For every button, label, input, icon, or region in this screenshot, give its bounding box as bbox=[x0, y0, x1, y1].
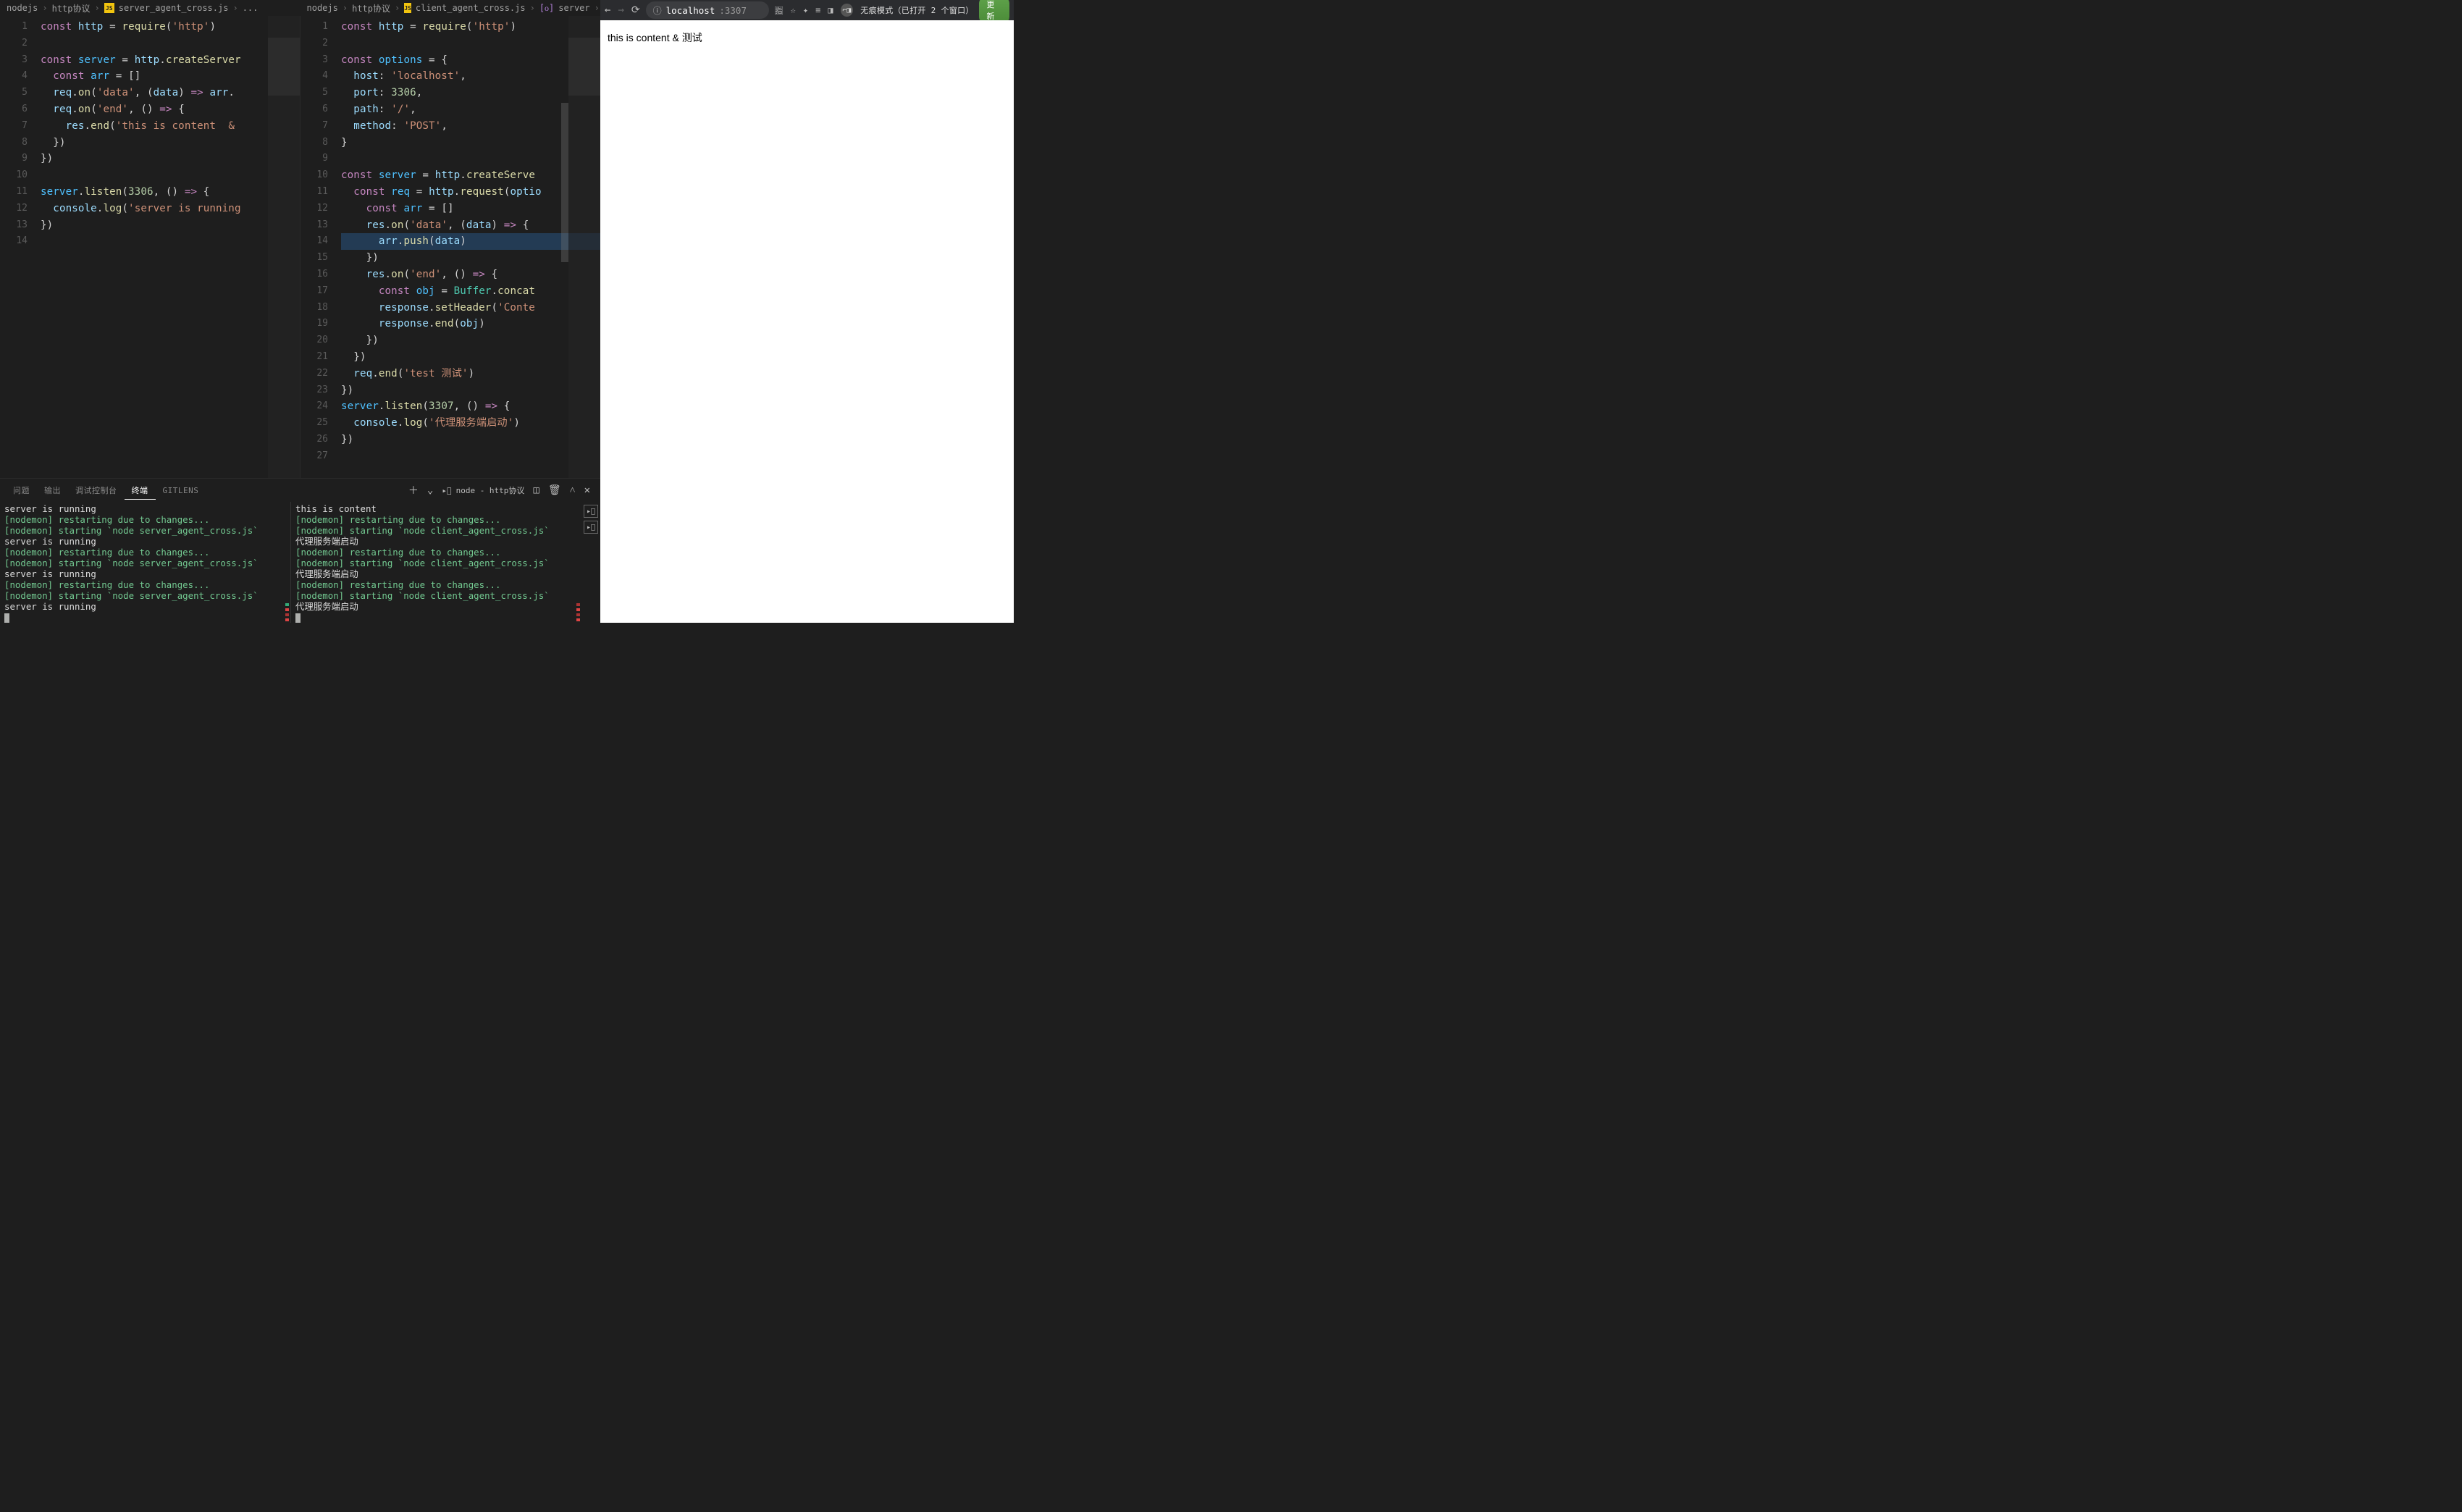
browser-toolbar: ← → ⟳ ⓘ localhost :3307 🈯︎ ☆ ✦ ≡ ◨ ⌐◨ 无痕模… bbox=[600, 0, 1014, 20]
chevron-right-icon: › bbox=[595, 3, 600, 13]
minimap[interactable] bbox=[268, 16, 300, 478]
bc-item[interactable]: client_agent_cross.js bbox=[416, 3, 526, 13]
bc-item[interactable]: nodejs bbox=[307, 3, 338, 13]
new-terminal-icon[interactable]: ＋ bbox=[408, 483, 419, 497]
terminal-entry-icon[interactable]: ▸⃞ bbox=[584, 521, 598, 534]
chevron-right-icon: › bbox=[395, 3, 400, 13]
tab-output[interactable]: 输出 bbox=[37, 482, 68, 499]
trash-icon[interactable]: 🗑 bbox=[548, 484, 561, 496]
terminal-icon: ▸⃞ bbox=[442, 486, 451, 495]
terminal-cursor bbox=[4, 613, 9, 623]
tab-terminal[interactable]: 终端 bbox=[125, 482, 156, 500]
scroll-decor bbox=[285, 503, 289, 621]
chevron-right-icon: › bbox=[95, 3, 100, 13]
minimap-viewport[interactable] bbox=[568, 38, 600, 96]
chevron-right-icon: › bbox=[343, 3, 348, 13]
address-bar[interactable]: ⓘ localhost :3307 bbox=[646, 1, 769, 19]
terminal-entry-icon[interactable]: ▸⃞ bbox=[584, 505, 598, 518]
tab-debug-console[interactable]: 调试控制台 bbox=[68, 482, 125, 499]
code-line[interactable]: }) bbox=[41, 151, 300, 167]
bc-item[interactable]: server_agent_cross.js bbox=[119, 3, 229, 13]
code-line[interactable]: req.on('end', () => { bbox=[41, 101, 300, 118]
symbol-variable-icon: [ᴏ] bbox=[539, 3, 554, 14]
breadcrumb-right[interactable]: nodejs › http协议 › JS client_agent_cross.… bbox=[301, 0, 601, 16]
close-icon[interactable]: ✕ bbox=[584, 484, 590, 496]
terminal-dropdown[interactable]: ▸⃞ node - http协议 bbox=[442, 484, 524, 496]
scrollbar[interactable] bbox=[561, 16, 568, 478]
side-panel-icon[interactable]: ◨ bbox=[828, 5, 833, 15]
bc-item[interactable]: nodejs bbox=[7, 3, 38, 13]
code-line[interactable]: }) bbox=[41, 217, 300, 234]
code-line[interactable]: const http = require('http') bbox=[41, 19, 300, 35]
page-body: this is content & 测试 bbox=[600, 20, 1014, 623]
tab-gitlens[interactable]: GITLENS bbox=[156, 483, 206, 498]
minimap-viewport[interactable] bbox=[268, 38, 300, 96]
code-line[interactable] bbox=[41, 167, 300, 184]
url-host: localhost bbox=[666, 5, 715, 16]
bc-item[interactable]: http协议 bbox=[352, 2, 390, 14]
panel-tabs: 问题 输出 调试控制台 终端 GITLENS ＋ ⌄ ▸⃞ node - htt… bbox=[0, 479, 600, 502]
terminal-left[interactable]: server is running[nodemon] restarting du… bbox=[0, 502, 290, 623]
minimap[interactable] bbox=[568, 16, 600, 478]
bc-item[interactable]: ... bbox=[243, 3, 259, 13]
chevron-right-icon: › bbox=[530, 3, 535, 13]
extensions-icon[interactable]: ✦ bbox=[803, 5, 808, 15]
code-line[interactable]: server.listen(3306, () => { bbox=[41, 184, 300, 201]
code-line[interactable]: const server = http.createServer bbox=[41, 52, 300, 69]
bookmark-icon[interactable]: ☆ bbox=[791, 5, 796, 15]
code-line[interactable]: const arr = [] bbox=[41, 68, 300, 85]
reading-list-icon[interactable]: ≡ bbox=[815, 5, 820, 15]
terminal-right[interactable]: this is content[nodemon] restarting due … bbox=[291, 502, 581, 623]
scroll-decor bbox=[576, 503, 580, 621]
bc-item[interactable]: server bbox=[558, 3, 589, 13]
code-line[interactable] bbox=[41, 233, 300, 250]
dropdown-icon[interactable]: ⌄ bbox=[427, 484, 433, 496]
incognito-text: 无痕模式（已打开 2 个窗口） bbox=[860, 4, 972, 16]
chevron-right-icon: › bbox=[232, 3, 238, 13]
bottom-panel: 问题 输出 调试控制台 终端 GITLENS ＋ ⌄ ▸⃞ node - htt… bbox=[0, 478, 600, 623]
scroll-thumb[interactable] bbox=[561, 103, 568, 262]
breadcrumb-left[interactable]: nodejs › http协议 › JS server_agent_cross.… bbox=[0, 0, 301, 16]
line-gutter: 1234567891011121314151617181920212223242… bbox=[301, 16, 341, 478]
code-area[interactable]: const http = require('http') const server… bbox=[41, 16, 300, 478]
editor-server[interactable]: 1234567891011121314 const http = require… bbox=[0, 16, 301, 478]
code-line[interactable]: console.log('server is running bbox=[41, 201, 300, 217]
line-gutter: 1234567891011121314 bbox=[0, 16, 41, 478]
js-icon: JS bbox=[404, 3, 411, 13]
code-line[interactable]: res.end('this is content & bbox=[41, 118, 300, 135]
tab-problems[interactable]: 问题 bbox=[6, 482, 37, 499]
incognito-icon[interactable]: ⌐◨ bbox=[841, 4, 854, 17]
chevron-up-icon[interactable]: ˄ bbox=[570, 484, 576, 497]
translate-icon[interactable]: 🈯︎ bbox=[775, 4, 783, 17]
editor-client[interactable]: 1234567891011121314151617181920212223242… bbox=[301, 16, 600, 478]
reload-button[interactable]: ⟳ bbox=[631, 4, 640, 16]
code-line[interactable] bbox=[41, 35, 300, 52]
info-icon[interactable]: ⓘ bbox=[653, 4, 662, 17]
js-icon: JS bbox=[104, 3, 114, 13]
bc-item[interactable]: http协议 bbox=[52, 2, 91, 14]
page-text: this is content & 测试 bbox=[608, 32, 702, 43]
back-button[interactable]: ← bbox=[605, 4, 610, 16]
terminal-list: ▸⃞ ▸⃞ bbox=[581, 502, 600, 623]
split-terminal-icon[interactable]: ◫ bbox=[533, 484, 539, 496]
code-line[interactable]: req.on('data', (data) => arr. bbox=[41, 85, 300, 101]
code-line[interactable]: }) bbox=[41, 135, 300, 151]
forward-button[interactable]: → bbox=[618, 4, 623, 16]
url-port: :3307 bbox=[719, 5, 747, 16]
chevron-right-icon: › bbox=[42, 3, 47, 13]
terminal-name: node - http协议 bbox=[456, 484, 525, 496]
browser-window: ← → ⟳ ⓘ localhost :3307 🈯︎ ☆ ✦ ≡ ◨ ⌐◨ 无痕模… bbox=[600, 0, 1014, 623]
terminal-cursor bbox=[295, 613, 301, 623]
